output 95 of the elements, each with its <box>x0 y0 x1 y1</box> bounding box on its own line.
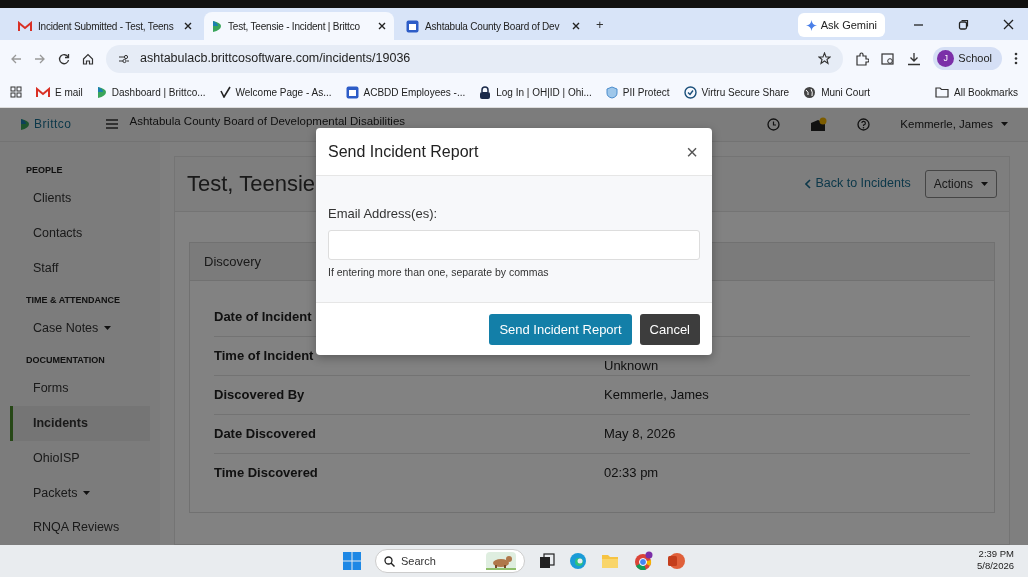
bookmark-link[interactable]: Virtru Secure Share <box>683 84 790 100</box>
leaf-logo-icon <box>20 117 30 131</box>
sidebar-item[interactable]: RNQA Reviews <box>10 510 150 545</box>
caret-icon <box>1001 122 1008 127</box>
star-icon[interactable] <box>818 52 832 65</box>
all-bookmarks-button[interactable]: All Bookmarks <box>935 84 1018 100</box>
page-search-icon[interactable] <box>881 51 896 66</box>
user-menu[interactable]: Kemmerle, James <box>900 115 1008 133</box>
close-icon[interactable] <box>184 22 192 30</box>
field-value: Unknown <box>604 358 659 372</box>
calendar-icon <box>345 85 359 99</box>
browser-tab[interactable]: Ashtabula County Board of Dev <box>398 12 588 40</box>
close-icon[interactable] <box>1003 19 1014 30</box>
section-heading: PEOPLE <box>25 163 64 177</box>
email-field[interactable] <box>328 229 700 260</box>
mail-icon <box>18 20 32 32</box>
sidebar-item[interactable]: Packets <box>10 475 150 511</box>
browser-tab[interactable]: Test, Teensie - Incident | Brittco <box>204 12 394 40</box>
field-label: Email Address(es): <box>328 205 439 223</box>
restore-icon[interactable] <box>958 19 969 30</box>
bookmark-link[interactable]: ACBDD Employees -... <box>345 84 466 100</box>
sidebar-item[interactable]: Contacts <box>10 216 150 251</box>
close-icon[interactable] <box>378 22 386 30</box>
ask-gemini-button[interactable]: Ask Gemini <box>797 13 885 37</box>
reload-icon[interactable] <box>58 52 70 65</box>
profile-label: School <box>958 51 992 67</box>
address-bar[interactable]: ashtabulacb.brittcosoftware.com/incidents/19036 <box>106 44 844 73</box>
avatar-initial: J <box>937 50 955 67</box>
modal-title: Send Incident Report <box>328 141 479 162</box>
help-text: If entering more than one, separate by commas <box>328 264 550 280</box>
search-icon <box>384 555 395 567</box>
sidebar-item[interactable]: Case Notes <box>10 311 150 346</box>
field-label: Date of Incident <box>214 307 312 326</box>
clock-date: 5/8/2026 <box>977 560 1014 573</box>
bookmark-link[interactable]: E mail <box>36 84 83 100</box>
section-heading: DOCUMENTATION <box>25 353 106 367</box>
apps-grid-icon[interactable] <box>10 86 22 98</box>
mail-icon <box>36 86 50 98</box>
sparkle-icon <box>805 19 817 31</box>
forward-arrow-icon[interactable] <box>34 52 46 65</box>
shield-icon <box>605 85 618 99</box>
check-icon <box>219 86 231 98</box>
sidebar-item[interactable]: Clients <box>10 181 150 216</box>
site-settings-icon[interactable] <box>118 53 130 64</box>
brand-logo: Brittco <box>20 115 72 134</box>
browser-tab[interactable]: Incident Submitted - Test, Teens <box>10 12 200 40</box>
sidebar-item[interactable]: OhioISP <box>10 440 150 476</box>
help-icon[interactable] <box>857 117 871 131</box>
sidebar-item[interactable]: Forms <box>10 371 150 406</box>
bookmark-link[interactable]: Dashboard | Brittco... <box>96 84 206 100</box>
search-field[interactable]: Search <box>375 549 525 573</box>
check-circle-icon <box>683 85 697 99</box>
more-icon[interactable] <box>1014 52 1018 65</box>
chevron-left-icon <box>805 178 812 189</box>
send-button[interactable]: Send Incident Report <box>489 313 632 345</box>
lock-icon <box>479 85 492 99</box>
folder-icon <box>935 86 950 98</box>
home-icon[interactable] <box>82 52 94 65</box>
new-tab-button[interactable]: + <box>596 14 604 34</box>
field-label: Discovered By <box>214 386 305 404</box>
globe-icon <box>803 85 817 99</box>
sidebar-item[interactable]: Staff <box>10 250 150 286</box>
back-arrow-icon[interactable] <box>10 52 22 65</box>
actions-button[interactable]: Actions <box>924 169 997 198</box>
leaf-logo-icon <box>96 85 107 99</box>
field-value: 02:33 pm <box>604 464 659 482</box>
close-button[interactable]: × <box>684 141 700 162</box>
menu-icon[interactable] <box>105 119 118 130</box>
slides-app-icon[interactable] <box>667 552 685 570</box>
puzzle-icon[interactable] <box>855 51 870 66</box>
bookmark-link[interactable]: PII Protect <box>605 84 670 100</box>
clock-icon[interactable] <box>767 117 781 131</box>
task-view-icon[interactable] <box>539 553 555 569</box>
calendar-icon <box>406 19 419 33</box>
field-label: Time of Incident <box>214 347 314 365</box>
field-value: May 8, 2026 <box>604 425 676 443</box>
download-icon[interactable] <box>907 51 922 66</box>
organization-name: Ashtabula County Board of Developmental Disabilities <box>129 114 406 129</box>
profile-button[interactable]: J School <box>933 47 1002 70</box>
field-value: Kemmerle, James <box>604 386 709 404</box>
close-icon[interactable] <box>572 22 580 30</box>
bookmark-link[interactable]: Welcome Page - As... <box>219 84 332 100</box>
caret-icon <box>981 181 988 186</box>
browser-swirl-icon[interactable] <box>569 552 587 570</box>
field-label: Time Discovered <box>214 464 318 482</box>
field-label: Date Discovered <box>214 425 316 443</box>
page-title: Test, Teensie <box>187 170 316 199</box>
section-heading: TIME & ATTENDANCE <box>25 293 121 307</box>
clock-time: 2:39 PM <box>977 548 1014 561</box>
bookmark-link[interactable]: Muni Court <box>803 84 871 100</box>
sidebar-item[interactable]: Incidents <box>10 406 150 441</box>
bookmark-link[interactable]: Log In | OH|ID | Ohi... <box>479 84 592 100</box>
leaf-logo-icon <box>212 19 222 33</box>
cancel-button[interactable]: Cancel <box>639 313 700 345</box>
chrome-icon[interactable] <box>633 551 653 571</box>
